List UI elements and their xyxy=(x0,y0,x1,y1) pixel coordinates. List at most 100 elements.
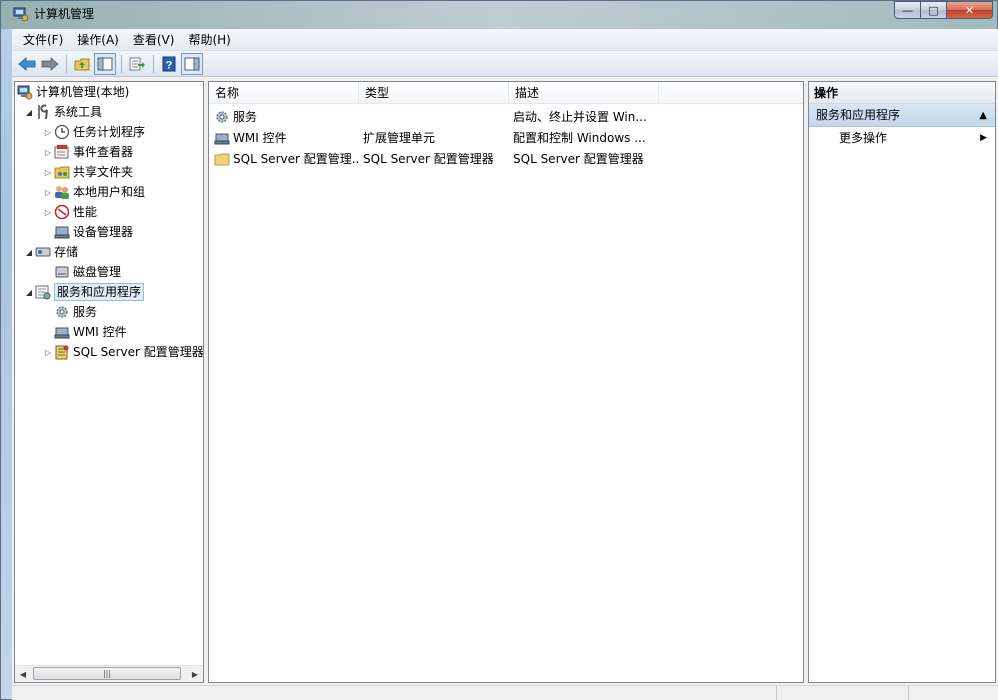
list-cell-name: 服务 xyxy=(209,108,359,125)
list-header: 名称 类型 描述 xyxy=(209,82,803,104)
app-window: 计算机管理 — □ ✕ 文件(F) 操作(A) 查看(V) 帮助(H) ? 计算… xyxy=(0,0,998,700)
list-cell-desc: 启动、终止并设置 Win... xyxy=(513,110,647,124)
tree-item-services[interactable]: 服务 xyxy=(54,302,97,322)
collapse-up-icon[interactable]: ▲ xyxy=(979,104,987,127)
tree-item-event-viewer[interactable]: ▷ 事件查看器 xyxy=(42,142,133,162)
help-icon: ? xyxy=(162,56,176,71)
action-pane-icon xyxy=(184,57,200,70)
list-row-wmi[interactable]: WMI 控件 扩展管理单元 配置和控制 Windows ... xyxy=(209,127,803,148)
list-row-services[interactable]: 服务 启动、终止并设置 Win... xyxy=(209,106,803,127)
tree-item-system-tools[interactable]: ◢ 系统工具 xyxy=(23,102,102,122)
forward-button[interactable] xyxy=(39,53,61,75)
device-manager-icon xyxy=(54,224,70,240)
tree-item-disk-management[interactable]: 磁盘管理 xyxy=(54,262,121,282)
console-tree-icon xyxy=(97,57,113,70)
list-cell-type: SQL Server 配置管理器 xyxy=(363,152,494,166)
tree-item-performance[interactable]: ▷ 性能 xyxy=(42,202,97,222)
list-name-text: SQL Server 配置管理... xyxy=(233,152,359,166)
tree-item-shared-folders[interactable]: ▷ 共享文件夹 xyxy=(42,162,133,182)
minimize-button[interactable]: — xyxy=(894,1,921,19)
back-button[interactable] xyxy=(16,53,38,75)
menu-bar: 文件(F) 操作(A) 查看(V) 帮助(H) xyxy=(12,29,998,51)
menu-file[interactable]: 文件(F) xyxy=(16,31,70,48)
expand-arrow-icon[interactable]: ▷ xyxy=(42,168,54,177)
export-list-icon xyxy=(129,57,145,70)
tree-item-local-users[interactable]: ▷ 本地用户和组 xyxy=(42,182,145,202)
disk-icon xyxy=(54,264,70,280)
export-list-button[interactable] xyxy=(126,53,148,75)
tree-item-task-scheduler[interactable]: ▷ 任务计划程序 xyxy=(42,122,145,142)
tree-label-event-viewer: 事件查看器 xyxy=(73,145,134,159)
gear-icon xyxy=(214,109,230,125)
action-section-services-apps[interactable]: 服务和应用程序 ▲ xyxy=(809,104,995,127)
expand-arrow-icon[interactable]: ▷ xyxy=(42,128,54,137)
action-section-label: 服务和应用程序 xyxy=(816,108,901,122)
scroll-thumb[interactable]: ||| xyxy=(33,667,181,680)
action-pane-header: 操作 xyxy=(809,82,995,104)
help-button[interactable]: ? xyxy=(158,53,180,75)
console-tree: 计算机管理(本地) ◢ 系统工具 ▷ 任务计划程序 ▷ 事件查看器 ▷ 共享文件… xyxy=(14,81,204,683)
tree-label-shared-folders: 共享文件夹 xyxy=(73,165,134,179)
expand-arrow-icon[interactable]: ▷ xyxy=(42,208,54,217)
menu-view[interactable]: 查看(V) xyxy=(126,31,182,48)
status-bar xyxy=(12,685,998,700)
close-button[interactable]: ✕ xyxy=(947,1,993,19)
up-level-button[interactable] xyxy=(71,53,93,75)
computer-management-icon xyxy=(17,84,33,100)
tree-label-root: 计算机管理(本地) xyxy=(36,85,130,99)
collapse-arrow-icon[interactable]: ◢ xyxy=(23,288,35,297)
gear-icon xyxy=(54,304,70,320)
window-title: 计算机管理 xyxy=(34,7,95,21)
collapse-arrow-icon[interactable]: ◢ xyxy=(23,248,35,257)
list-cell-type: 扩展管理单元 xyxy=(363,131,436,145)
status-divider xyxy=(776,686,777,700)
tree-item-wmi[interactable]: WMI 控件 xyxy=(54,322,127,342)
tree-label-storage: 存储 xyxy=(54,245,79,259)
tree-item-sql-config[interactable]: ▷ SQL Server 配置管理器 xyxy=(42,342,204,362)
tree-label-services-apps: 服务和应用程序 xyxy=(54,283,145,301)
tree-horizontal-scrollbar[interactable]: ◀ ||| ▶ xyxy=(15,665,203,682)
folder-up-icon xyxy=(74,58,90,70)
menu-action[interactable]: 操作(A) xyxy=(70,31,126,48)
action-pane: 操作 服务和应用程序 ▲ 更多操作 ▶ xyxy=(808,81,996,683)
tree-label-disk-management: 磁盘管理 xyxy=(73,265,122,279)
maximize-button[interactable]: □ xyxy=(921,1,947,19)
scroll-right-icon[interactable]: ▶ xyxy=(187,667,203,682)
event-viewer-icon xyxy=(54,144,70,160)
expand-arrow-icon[interactable]: ▷ xyxy=(42,348,54,357)
column-header-name[interactable]: 名称 xyxy=(209,82,359,104)
tree-item-device-manager[interactable]: 设备管理器 xyxy=(54,222,133,242)
tree-label-wmi: WMI 控件 xyxy=(73,325,127,339)
collapse-arrow-icon[interactable]: ◢ xyxy=(23,108,35,117)
list-name-text: WMI 控件 xyxy=(233,131,287,145)
list-row-sql-config[interactable]: SQL Server 配置管理... SQL Server 配置管理器 SQL … xyxy=(209,148,803,169)
tree-label-sql-config: SQL Server 配置管理器 xyxy=(73,345,204,359)
action-more-label: 更多操作 xyxy=(839,131,888,145)
toolbar: ? xyxy=(12,51,998,77)
toolbar-separator xyxy=(66,54,67,73)
menu-help[interactable]: 帮助(H) xyxy=(181,31,237,48)
show-hide-tree-button[interactable] xyxy=(94,52,116,75)
folder-icon xyxy=(214,151,230,167)
services-apps-icon xyxy=(35,284,51,300)
expand-arrow-icon[interactable]: ▷ xyxy=(42,148,54,157)
list-cell-name: SQL Server 配置管理... xyxy=(209,150,359,167)
tree-item-services-apps[interactable]: ◢ 服务和应用程序 xyxy=(23,282,145,302)
action-more-actions[interactable]: 更多操作 ▶ xyxy=(809,127,995,149)
title-bar[interactable]: 计算机管理 — □ ✕ xyxy=(1,1,997,29)
tree-item-storage[interactable]: ◢ 存储 xyxy=(23,242,78,262)
scroll-left-icon[interactable]: ◀ xyxy=(15,667,31,682)
tree-item-root[interactable]: 计算机管理(本地) xyxy=(17,82,129,102)
tools-icon xyxy=(35,104,51,120)
list-cell-desc: 配置和控制 Windows ... xyxy=(513,131,646,145)
clock-icon xyxy=(54,124,70,140)
expand-arrow-icon[interactable]: ▷ xyxy=(42,188,54,197)
show-hide-action-pane-button[interactable] xyxy=(181,52,203,75)
status-divider xyxy=(908,686,909,700)
tree-label-system-tools: 系统工具 xyxy=(54,105,103,119)
tree-label-services: 服务 xyxy=(73,305,98,319)
result-list: 名称 类型 描述 服务 启动、终止并设置 Win... WMI 控件 扩展管理单… xyxy=(208,81,804,683)
toolbar-separator xyxy=(153,54,154,73)
column-header-desc[interactable]: 描述 xyxy=(509,82,659,104)
column-header-type[interactable]: 类型 xyxy=(359,82,509,104)
